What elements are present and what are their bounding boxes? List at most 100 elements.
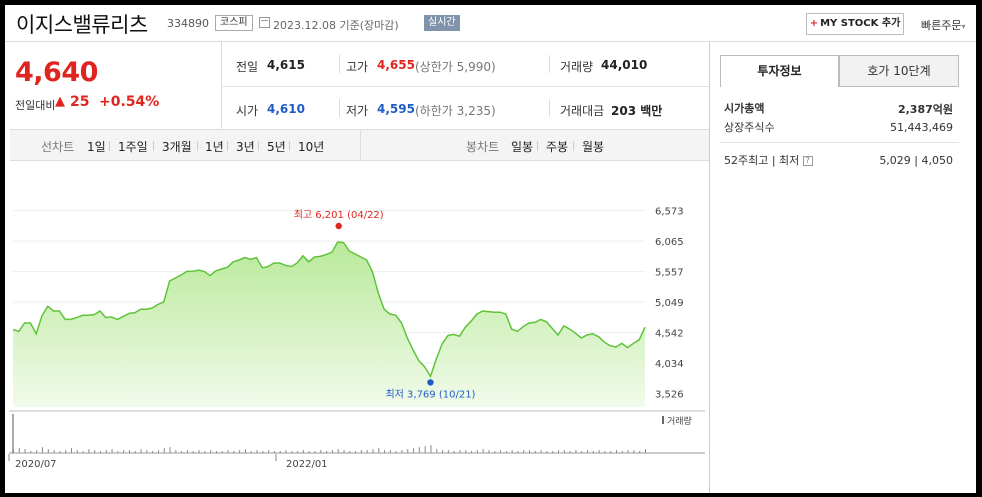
volume-bar <box>511 450 513 453</box>
stock-name[interactable]: 이지스밸류리츠 <box>16 9 148 39</box>
volume-bar <box>453 451 455 453</box>
realtime-badge[interactable]: 실시간 <box>424 15 460 31</box>
prev-close-value: 4,615 <box>267 58 305 72</box>
quick-order-button[interactable]: 빠른주문▾ <box>921 17 966 33</box>
low-value: 4,595 <box>377 102 415 116</box>
divider <box>573 141 574 151</box>
volume-bar <box>488 450 490 453</box>
volume-bar <box>494 451 496 453</box>
volume-bar <box>320 450 322 453</box>
volume-bar <box>186 450 188 453</box>
stock-code: 334890 <box>167 17 209 30</box>
volume-bar <box>123 450 125 453</box>
volume-bar <box>523 450 525 453</box>
volume-bar <box>575 450 577 453</box>
high-label: 고가 <box>346 60 369 74</box>
volume-bar <box>633 450 635 453</box>
shares-value: 51,443,469 <box>890 121 953 134</box>
change-label: 전일대비 <box>15 99 56 112</box>
lower-limit: (하한가 3,235) <box>415 104 496 118</box>
volume-bar <box>552 451 554 453</box>
volume-bar <box>99 451 101 453</box>
y-tick-label: 5,049 <box>655 298 684 309</box>
stock-header: 이지스밸류리츠 334890 코스피 2023.12.08 기준(장마감) 실시… <box>5 5 976 42</box>
help-icon[interactable]: ? <box>802 156 813 166</box>
volume-bar <box>558 450 560 453</box>
volume-bar <box>163 448 165 453</box>
add-mystock-button[interactable]: + MY STOCK 추가 <box>806 13 904 35</box>
divider <box>537 141 538 151</box>
y-tick-label: 4,542 <box>655 328 684 339</box>
price-change-percent: +0.54% <box>99 94 160 110</box>
prev-close-label: 전일 <box>236 60 259 74</box>
volume-bar <box>476 450 478 453</box>
volume-bar <box>105 450 107 453</box>
volume-bar <box>424 446 426 453</box>
volume-bar <box>233 451 235 453</box>
y-tick-label: 6,065 <box>655 237 684 248</box>
market-cap-value: 2,387억원 <box>897 103 953 116</box>
divider <box>360 129 361 161</box>
volume-bar <box>366 450 368 453</box>
stock-panel: 이지스밸류리츠 334890 코스피 2023.12.08 기준(장마감) 실시… <box>5 5 976 493</box>
min-annotation: 최저 3,769 (10/21) <box>385 388 475 400</box>
volume-bar <box>256 450 258 453</box>
candle-daily[interactable]: 일봉 <box>511 138 533 155</box>
period-3m[interactable]: 3개월 <box>162 138 192 155</box>
divider <box>109 141 110 151</box>
y-tick-label: 5,557 <box>655 268 684 279</box>
period-5y[interactable]: 5년 <box>267 138 286 155</box>
volume-bar <box>94 450 96 453</box>
volume-bar <box>59 451 61 453</box>
divider <box>258 141 259 151</box>
price-chart[interactable]: 6,573 6,065 5,557 5,049 4,542 4,034 3,526 최고 6,… <box>5 161 709 493</box>
volume-bar <box>215 451 217 453</box>
period-3y[interactable]: 3년 <box>236 138 255 155</box>
volume-bar <box>581 451 583 453</box>
volume-bar <box>407 449 409 453</box>
volume-bar <box>134 451 136 453</box>
amount-value: 203 백만 <box>611 104 663 118</box>
volume-bar <box>436 449 438 453</box>
volume-bar <box>273 451 275 453</box>
52week-range-label: 52주최고 | 최저 ? <box>724 152 813 168</box>
tab-invest-info[interactable]: 투자정보 <box>720 55 839 87</box>
current-price: 4,640 <box>15 57 98 88</box>
tab-orderbook[interactable]: 호가 10단계 <box>839 55 959 87</box>
volume-bar <box>447 450 449 453</box>
volume-bar <box>314 451 316 453</box>
volume-bar <box>227 450 229 453</box>
divider <box>153 141 154 151</box>
volume-bar <box>639 451 641 453</box>
volume-bar <box>65 450 67 453</box>
volume-bar <box>418 447 420 453</box>
volume-bar <box>604 451 606 453</box>
period-1y[interactable]: 1년 <box>205 138 224 155</box>
volume-legend-icon <box>662 416 664 424</box>
volume-bar <box>355 451 357 453</box>
period-10y[interactable]: 10년 <box>298 138 324 155</box>
volume-bar <box>517 451 519 453</box>
divider <box>221 86 709 87</box>
volume-bar <box>70 448 72 453</box>
volume-bar <box>563 450 565 453</box>
amount-label: 거래대금 <box>560 104 605 118</box>
volume-bar <box>616 450 618 453</box>
volume-bar <box>302 450 304 453</box>
y-tick-label: 3,526 <box>655 389 684 400</box>
line-chart-label: 선차트 <box>41 140 75 154</box>
candle-weekly[interactable]: 주봉 <box>546 138 568 155</box>
divider <box>197 141 198 151</box>
volume-bar <box>465 450 467 453</box>
upper-limit: (상한가 5,990) <box>415 60 496 74</box>
volume-bar <box>308 451 310 453</box>
candle-chart-label: 봉차트 <box>466 140 500 154</box>
period-1d[interactable]: 1일 <box>87 138 106 155</box>
period-1w[interactable]: 1주일 <box>118 138 148 155</box>
volume-label: 거래량 <box>560 60 594 74</box>
volume-bar <box>82 451 84 453</box>
volume-bar <box>645 449 646 453</box>
up-arrow-icon: ▲ <box>55 94 65 109</box>
low-label: 저가 <box>346 104 369 118</box>
candle-monthly[interactable]: 월봉 <box>582 138 604 155</box>
